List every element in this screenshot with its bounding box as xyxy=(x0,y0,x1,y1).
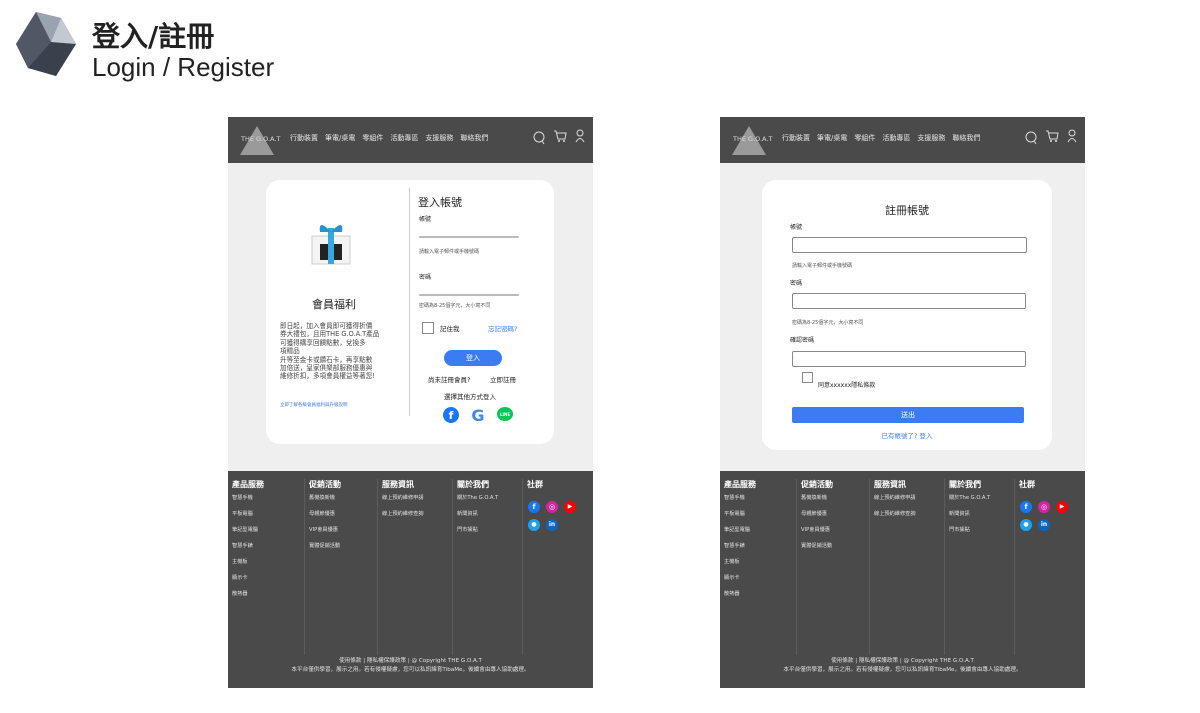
line-login-icon[interactable]: LINE xyxy=(496,406,514,424)
footer: 產品服務 智慧手機 平板電腦 筆記型電腦 智慧手錶 主機板 顯示卡 散熱器 促銷… xyxy=(720,471,1085,688)
nav-logo-text: THE G.O.A.T xyxy=(241,135,281,143)
svg-text:LINE: LINE xyxy=(500,412,510,417)
password-label: 密碼 xyxy=(790,280,803,287)
user-icon[interactable] xyxy=(1067,129,1077,143)
youtube-icon[interactable]: ▶ xyxy=(1056,501,1068,513)
login-heading: 登入帳號 xyxy=(418,196,462,209)
footer-col-about: 關於我們 關於The G.O.A.T 新聞資訊 門市據點 xyxy=(453,479,523,655)
register-card: 註冊帳號 帳號 請輸入電子郵件或手機號碼 密碼 密碼為8-25個字元，大小寫不同… xyxy=(762,180,1052,450)
no-account-text: 尚未註冊會員? xyxy=(428,376,471,384)
top-nav: THE G.O.A.T 行動裝置 筆電/桌電 零組件 活動專區 支援服務 聯絡我… xyxy=(228,117,593,163)
instagram-icon[interactable]: ◎ xyxy=(1038,501,1050,513)
nav-link-mobile[interactable]: 行動裝置 xyxy=(290,133,318,143)
account-input[interactable] xyxy=(419,236,519,238)
nav-link-components[interactable]: 零組件 xyxy=(362,133,383,143)
page-title: 登入/註冊 xyxy=(92,20,215,53)
footer: 產品服務 智慧手機 平板電腦 筆記型電腦 智慧手錶 主機板 顯示卡 散熱器 促銷… xyxy=(228,471,593,688)
account-label: 帳號 xyxy=(419,216,432,223)
password-hint: 密碼為8-25個字元，大小寫不同 xyxy=(792,320,864,326)
brand-logo-icon xyxy=(16,12,76,76)
login-button[interactable]: 登入 xyxy=(444,350,502,366)
agree-label[interactable]: 同意xxxxxx隱私條款 xyxy=(818,380,875,389)
benefit-text: 即日起，加入會員即可獲得折價 券大禮包，且用THE G.O.A.T產品 可獲得購… xyxy=(280,322,380,381)
password-input[interactable] xyxy=(792,293,1026,309)
nav-link-support[interactable]: 支援服務 xyxy=(425,133,453,143)
register-now-link[interactable]: 立即註冊 xyxy=(490,374,516,384)
twitter-icon[interactable]: ● xyxy=(528,519,540,531)
svg-text:G: G xyxy=(471,406,484,424)
linkedin-icon[interactable]: in xyxy=(1038,519,1050,531)
nav-link-laptop[interactable]: 筆電/桌電 xyxy=(325,133,355,143)
google-login-icon[interactable]: G xyxy=(469,406,487,424)
footer-col-products: 產品服務 智慧手機 平板電腦 筆記型電腦 智慧手錶 主機板 顯示卡 散熱器 xyxy=(720,479,797,655)
nav-link-events[interactable]: 活動專區 xyxy=(390,133,418,143)
login-link[interactable]: 已有帳號了? 登入 xyxy=(762,430,1052,440)
linkedin-icon[interactable]: in xyxy=(546,519,558,531)
facebook-icon[interactable]: f xyxy=(528,501,540,513)
agree-checkbox[interactable] xyxy=(802,372,813,383)
submit-button[interactable]: 送出 xyxy=(792,407,1024,423)
instagram-icon[interactable]: ◎ xyxy=(546,501,558,513)
gift-icon xyxy=(311,225,351,265)
footer-col-promos: 促銷活動 舊機換新機 母親節優惠 VIP會員優惠 實體促銷活動 xyxy=(305,479,378,655)
password-hint: 密碼為8-25個字元，大小寫不同 xyxy=(419,303,491,309)
search-icon[interactable] xyxy=(1025,129,1037,145)
account-input[interactable] xyxy=(792,237,1027,253)
register-heading: 註冊帳號 xyxy=(885,204,929,217)
nav-logo-text: THE G.O.A.T xyxy=(733,135,773,143)
confirm-password-label: 確認密碼 xyxy=(790,337,815,344)
nav-link-mobile[interactable]: 行動裝置 xyxy=(782,133,810,143)
cart-icon[interactable] xyxy=(1045,129,1059,143)
nav-link-events[interactable]: 活動專區 xyxy=(882,133,910,143)
footer-bottom: 使用條款 | 隱私權保護政策 | @ Copyright THE G.O.A.T… xyxy=(291,658,530,673)
benefit-link[interactable]: 立即了解各級會員福利與升級說明 xyxy=(280,402,348,408)
facebook-login-icon[interactable]: f xyxy=(442,406,460,424)
user-icon[interactable] xyxy=(575,129,585,143)
login-card: 會員福利 即日起，加入會員即可獲得折價 券大禮包，且用THE G.O.A.T產品… xyxy=(266,180,554,444)
remember-label: 記住我 xyxy=(440,325,460,333)
twitter-icon[interactable]: ● xyxy=(1020,519,1032,531)
forgot-password-link[interactable]: 忘記密碼? xyxy=(488,323,517,333)
page-subtitle: Login / Register xyxy=(92,52,275,82)
divider xyxy=(409,188,410,416)
benefit-title: 會員福利 xyxy=(312,298,356,311)
nav-link-contact[interactable]: 聯絡我們 xyxy=(952,133,980,143)
top-nav: THE G.O.A.T 行動裝置 筆電/桌電 零組件 活動專區 支援服務 聯絡我… xyxy=(720,117,1085,163)
password-label: 密碼 xyxy=(419,274,432,281)
other-login-text: 選擇其他方式登入 xyxy=(444,393,496,401)
facebook-icon[interactable]: f xyxy=(1020,501,1032,513)
register-mockup: THE G.O.A.T 行動裝置 筆電/桌電 零組件 活動專區 支援服務 聯絡我… xyxy=(720,117,1085,688)
nav-link-contact[interactable]: 聯絡我們 xyxy=(460,133,488,143)
nav-link-components[interactable]: 零組件 xyxy=(854,133,875,143)
password-input[interactable] xyxy=(419,294,519,296)
login-mockup: THE G.O.A.T 行動裝置 筆電/桌電 零組件 活動專區 支援服務 聯絡我… xyxy=(228,117,593,688)
remember-checkbox[interactable] xyxy=(422,322,434,334)
footer-col-promos: 促銷活動 舊機換新機 母親節優惠 VIP會員優惠 實體促銷活動 xyxy=(797,479,870,655)
cart-icon[interactable] xyxy=(553,129,567,143)
youtube-icon[interactable]: ▶ xyxy=(564,501,576,513)
account-hint: 請輸入電子郵件或手機號碼 xyxy=(419,249,480,255)
account-label: 帳號 xyxy=(790,224,803,231)
footer-bottom: 使用條款 | 隱私權保護政策 | @ Copyright THE G.O.A.T… xyxy=(783,658,1022,673)
footer-col-about: 關於我們 關於The G.O.A.T 新聞資訊 門市據點 xyxy=(945,479,1015,655)
footer-col-service: 服務資訊 線上預約維修申請 線上預約維修查詢 xyxy=(870,479,945,655)
search-icon[interactable] xyxy=(533,129,545,145)
footer-col-service: 服務資訊 線上預約維修申請 線上預約維修查詢 xyxy=(378,479,453,655)
footer-col-products: 產品服務 智慧手機 平板電腦 筆記型電腦 智慧手錶 主機板 顯示卡 散熱器 xyxy=(228,479,305,655)
account-hint: 請輸入電子郵件或手機號碼 xyxy=(792,263,853,269)
svg-text:f: f xyxy=(449,409,454,422)
confirm-password-input[interactable] xyxy=(792,351,1026,367)
nav-link-laptop[interactable]: 筆電/桌電 xyxy=(817,133,847,143)
nav-link-support[interactable]: 支援服務 xyxy=(917,133,945,143)
